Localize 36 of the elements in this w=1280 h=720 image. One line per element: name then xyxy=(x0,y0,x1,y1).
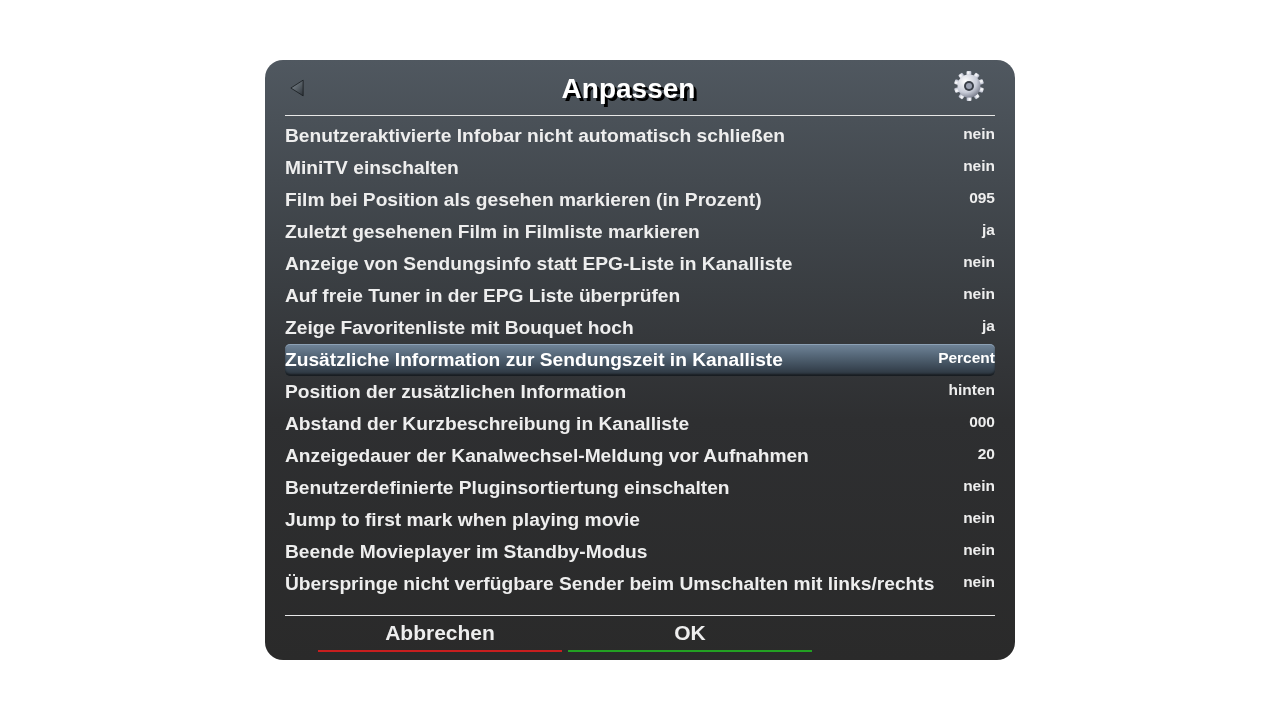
setting-value[interactable]: nein xyxy=(963,158,995,174)
setting-value[interactable]: 20 xyxy=(977,446,995,462)
setting-value[interactable]: nein xyxy=(963,478,995,494)
setting-label[interactable]: Position der zusätzlichen Information xyxy=(285,376,627,408)
setting-label[interactable]: Auf freie Tuner in der EPG Liste überprüfen xyxy=(285,280,681,312)
setting-value[interactable]: Percent xyxy=(938,350,995,366)
setting-value[interactable]: ja xyxy=(982,222,995,238)
setting-label[interactable]: Benutzerdefinierte Pluginsortiertung einschalten xyxy=(285,472,730,504)
setting-value[interactable]: nein xyxy=(963,126,995,142)
setting-label[interactable]: Film bei Position als gesehen markieren (in Prozent) xyxy=(285,184,762,216)
setting-label[interactable]: Anzeige von Sendungsinfo statt EPG-Liste in Kanalliste xyxy=(285,248,793,280)
setting-value[interactable]: 000 xyxy=(969,414,995,430)
cancel-button[interactable]: Abbrechen xyxy=(318,616,562,652)
setting-value[interactable]: nein xyxy=(963,254,995,270)
setting-label[interactable]: Zuletzt gesehenen Film in Filmliste markieren xyxy=(285,216,700,248)
setting-label[interactable]: MiniTV einschalten xyxy=(285,152,459,184)
back-icon[interactable] xyxy=(290,78,304,97)
setting-label[interactable]: Beende Movieplayer im Standby-Modus xyxy=(285,536,648,568)
selected-row-highlight[interactable]: Zusätzliche Information zur Sendungszeit in Kanalliste Percent xyxy=(285,344,995,376)
ok-button[interactable]: OK xyxy=(568,616,812,652)
setting-value[interactable]: ja xyxy=(982,318,995,334)
setting-value[interactable]: nein xyxy=(963,510,995,526)
setting-value[interactable]: nein xyxy=(963,542,995,558)
setting-label[interactable]: Benutzeraktivierte Infobar nicht automatisch schließen xyxy=(285,120,786,152)
setting-label[interactable]: Jump to first mark when playing movie xyxy=(285,504,641,536)
setting-label[interactable]: Abstand der Kurzbeschreibung in Kanalliste xyxy=(285,408,690,440)
setting-label[interactable]: Überspringe nicht verfügbare Sender beim Umschalten mit links/rechts xyxy=(285,568,935,600)
setting-label[interactable]: Zusätzliche Information zur Sendungszeit in Kanalliste xyxy=(285,344,783,376)
setting-value[interactable]: hinten xyxy=(948,382,995,398)
setting-label[interactable]: Zeige Favoritenliste mit Bouquet hoch xyxy=(285,312,634,344)
setting-value[interactable]: 095 xyxy=(969,190,995,206)
setting-label[interactable]: Anzeigedauer der Kanalwechsel-Meldung vor Aufnahmen xyxy=(285,440,809,472)
setting-value[interactable]: nein xyxy=(963,286,995,302)
setting-value[interactable]: nein xyxy=(963,574,995,590)
settings-icon xyxy=(953,70,985,102)
dialog-title: Anpassen xyxy=(561,72,696,105)
